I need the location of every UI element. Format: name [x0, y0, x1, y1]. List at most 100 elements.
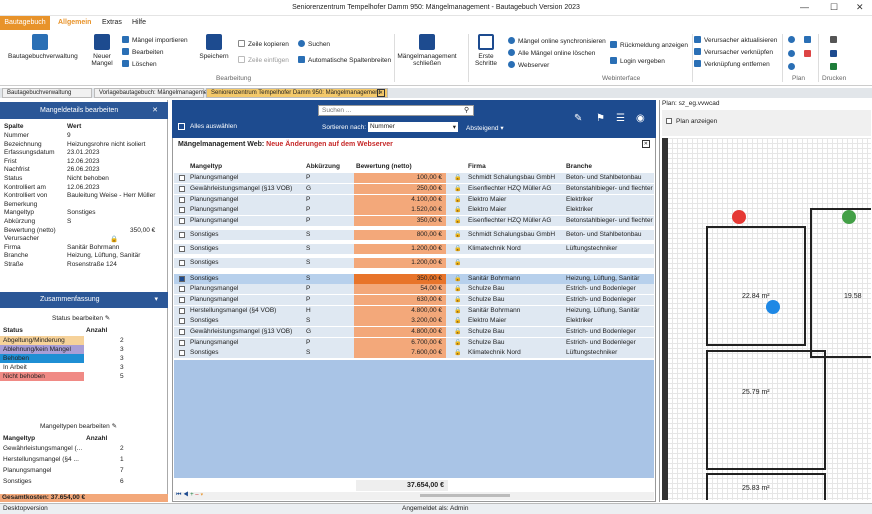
- list-icon[interactable]: ☰: [616, 113, 625, 124]
- type-row[interactable]: Herstellungsmangel (§4 ... 1: [0, 455, 132, 464]
- webserver-button[interactable]: Webserver: [508, 61, 549, 69]
- pin-red-icon[interactable]: [732, 210, 746, 224]
- plan-pin-button[interactable]: [788, 36, 798, 44]
- save-button[interactable]: Speichern: [198, 34, 230, 60]
- doc-tab-active[interactable]: Seniorenzentrum Tempelhofer Damm 950: Mä…: [206, 88, 388, 98]
- table-row[interactable]: Planungsmangel P 54,00 € 🔒 Schulze Bau Estric…: [174, 284, 654, 294]
- delete-online-button[interactable]: Alle Mängel online löschen: [508, 49, 595, 57]
- first-icon[interactable]: ⏮: [176, 492, 181, 498]
- edit-list-icon[interactable]: ✎: [574, 113, 582, 124]
- col-header-bewertung[interactable]: Bewertung (netto): [356, 163, 412, 170]
- detail-row[interactable]: Status Nicht behoben: [2, 175, 157, 184]
- table-row[interactable]: Planungsmangel P 1.520,00 € 🔒 Elektro Maier E…: [174, 205, 654, 215]
- detail-row[interactable]: Abkürzung S: [2, 218, 157, 227]
- detail-row[interactable]: Mangeltyp Sonstiges: [2, 209, 157, 218]
- unlink-button[interactable]: Verknüpfung entfernen: [694, 60, 770, 68]
- detail-row[interactable]: Bemerkung: [2, 201, 157, 210]
- type-row[interactable]: Planungsmangel 7: [0, 466, 132, 475]
- feedback-button[interactable]: Rückmeldung anzeigen: [610, 41, 688, 49]
- floor-plan-canvas[interactable]: 22.84 m² 19.58 25.79 m² 25.83 m²: [662, 138, 871, 500]
- table-row[interactable]: Planungsmangel P 6.700,00 € 🔒 Schulze Bau Est…: [174, 338, 654, 348]
- detail-row[interactable]: Nummer 9: [2, 132, 157, 141]
- table-row[interactable]: Sonstiges S 1.200,00 € 🔒: [174, 258, 654, 268]
- edit-button[interactable]: Bearbeiten: [122, 48, 163, 56]
- table-row[interactable]: Planungsmangel P 100,00 € 🔒 Schmidt Schalung…: [174, 173, 654, 183]
- detail-row[interactable]: Bewertung (netto) 350,00 €: [2, 227, 157, 236]
- prev-icon[interactable]: ◀: [183, 492, 188, 498]
- tab-allgemein[interactable]: Allgemein: [58, 19, 91, 26]
- detail-row[interactable]: Verursacher 🔒: [2, 235, 157, 244]
- detail-row[interactable]: Frist 12.06.2023: [2, 158, 157, 167]
- status-edit-link[interactable]: Status bearbeiten ✎: [52, 314, 110, 322]
- status-row[interactable]: In Arbeit 3: [0, 363, 132, 372]
- row-checkbox[interactable]: [179, 186, 185, 192]
- horizontal-scrollbar[interactable]: [420, 494, 510, 497]
- table-row[interactable]: Gewährleistungsmangel (§13 VOB) G 250,00 €…: [174, 184, 654, 194]
- status-row[interactable]: Nicht behoben 5: [0, 372, 132, 381]
- close-management-button[interactable]: Mängelmanagement schließen: [396, 34, 458, 67]
- detail-row[interactable]: Firma Sanitär Bohrmann: [2, 244, 157, 253]
- plan-search-button[interactable]: [788, 50, 798, 58]
- print-pdf-button[interactable]: [830, 50, 840, 58]
- status-row[interactable]: Behoben 3: [0, 354, 132, 363]
- paste-row-button[interactable]: Zeile einfügen: [238, 56, 289, 64]
- close-button[interactable]: ✕: [856, 2, 864, 13]
- collapse-icon[interactable]: ▾: [154, 292, 158, 308]
- detail-row[interactable]: Kontrolliert am 12.06.2023: [2, 184, 157, 193]
- doc-tab-vorlage[interactable]: Vorlagebautagebuch: Mängelmanagement: [94, 88, 212, 98]
- col-header-abkuerzung[interactable]: Abkürzung: [306, 163, 340, 170]
- new-defect-button[interactable]: Neuer Mangel: [88, 34, 116, 67]
- detail-row[interactable]: Straße Rosenstraße 124: [2, 261, 157, 270]
- remove-icon[interactable]: –: [195, 492, 198, 498]
- col-header-firma[interactable]: Firma: [468, 163, 486, 170]
- row-checkbox[interactable]: [179, 297, 185, 303]
- import-defects-button[interactable]: Mängel importieren: [122, 36, 188, 44]
- plan-show-checkbox[interactable]: [666, 118, 672, 124]
- row-checkbox[interactable]: [179, 350, 185, 356]
- row-checkbox[interactable]: [179, 276, 185, 282]
- status-row[interactable]: Ablehnung/kein Mangel 3: [0, 345, 132, 354]
- table-row[interactable]: Planungsmangel P 4.100,00 € 🔒 Elektro Maier E…: [174, 195, 654, 205]
- row-checkbox[interactable]: [179, 197, 185, 203]
- table-row[interactable]: Sonstiges S 800,00 € 🔒 Schmidt Schalungsbau …: [174, 230, 654, 240]
- row-checkbox[interactable]: [179, 232, 185, 238]
- row-checkbox[interactable]: [179, 175, 185, 181]
- print-button[interactable]: [830, 36, 840, 44]
- tab-extras[interactable]: Extras: [102, 19, 122, 26]
- login-button[interactable]: Login vergeben: [610, 57, 665, 65]
- row-checkbox[interactable]: [179, 286, 185, 292]
- search-icon[interactable]: ⚲: [464, 106, 469, 114]
- doc-tab-verwaltung[interactable]: Bautagebuchverwaltung: [2, 88, 92, 98]
- search-input[interactable]: [318, 105, 474, 116]
- detail-row[interactable]: Kontrolliert von Bauleitung Weise - Herr …: [2, 192, 157, 201]
- table-row[interactable]: Sonstiges S 3.200,00 € 🔒 Elektro Maier Elektr…: [174, 316, 654, 326]
- pin-blue-icon[interactable]: [766, 300, 780, 314]
- bautagebuchverwaltung-button[interactable]: Bautagebuchverwaltung: [8, 34, 78, 60]
- eye-icon[interactable]: ◉: [636, 113, 645, 124]
- pin-green-icon[interactable]: [842, 210, 856, 224]
- copy-row-button[interactable]: Zeile kopieren: [238, 40, 289, 48]
- plan-tool-button[interactable]: [804, 36, 814, 44]
- tab-hilfe[interactable]: Hilfe: [132, 19, 146, 26]
- update-originator-button[interactable]: Verursacher aktualisieren: [694, 36, 777, 44]
- row-checkbox[interactable]: [179, 308, 185, 314]
- col-header-branche[interactable]: Branche: [566, 163, 592, 170]
- plan-location-button[interactable]: [788, 63, 798, 71]
- row-checkbox[interactable]: [179, 246, 185, 252]
- tab-bautagebuch[interactable]: Bautagebuch: [0, 16, 50, 30]
- row-checkbox[interactable]: [179, 260, 185, 266]
- close-panel-icon[interactable]: ✕: [152, 102, 158, 119]
- table-row[interactable]: Planungsmangel P 350,00 € 🔒 Eisenflechter HZ…: [174, 216, 654, 226]
- table-row[interactable]: Planungsmangel P 630,00 € 🔒 Schulze Bau Estri…: [174, 295, 654, 305]
- type-row[interactable]: Sonstiges 6: [0, 477, 132, 486]
- row-checkbox[interactable]: [179, 329, 185, 335]
- select-all-checkbox[interactable]: [178, 123, 185, 130]
- plan-delete-button[interactable]: [804, 50, 814, 58]
- delete-button[interactable]: Löschen: [122, 60, 157, 68]
- col-header-mangeltyp[interactable]: Mangeltyp: [190, 163, 222, 170]
- status-row[interactable]: Abgeltung/Minderung 2: [0, 336, 132, 345]
- add-icon[interactable]: +: [190, 492, 194, 498]
- link-originator-button[interactable]: Verursacher verknüpfen: [694, 48, 773, 56]
- search-button[interactable]: Suchen: [298, 40, 330, 48]
- minimize-button[interactable]: —: [800, 2, 809, 12]
